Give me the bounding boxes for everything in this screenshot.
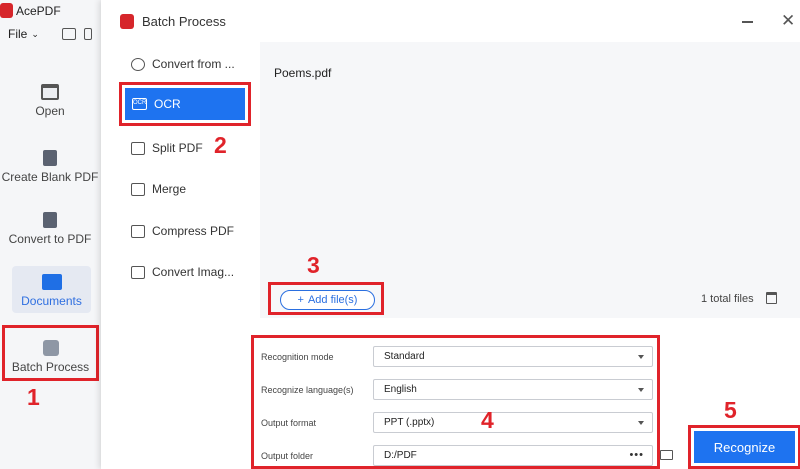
batch-check-icon: [42, 340, 59, 356]
nav-batch-label: Batch Process: [11, 360, 90, 374]
dialog-title: Batch Process: [142, 14, 226, 29]
add-files-label: Add file(s): [307, 294, 358, 306]
nav-convert-to-pdf[interactable]: Convert to PDF: [0, 212, 100, 246]
chevron-down-icon: ⌄: [31, 28, 39, 39]
batch-process-dialog: Batch Process ✕ Convert from ... OCR OCR…: [101, 0, 800, 469]
ocr-highlight-box: OCR OCR: [119, 82, 251, 126]
output-folder-value: D:/PDF: [384, 450, 417, 461]
documents-folder-icon: [41, 274, 62, 290]
recognize-language-label: Recognize language(s): [261, 385, 354, 395]
ocr-icon: OCR: [132, 98, 147, 110]
app-title-text: AcePDF: [16, 4, 61, 18]
output-format-value: PPT (.pptx): [384, 417, 435, 428]
acepdf-logo-icon: [120, 14, 134, 29]
recognition-mode-label: Recognition mode: [261, 352, 334, 362]
convert-document-icon: [43, 212, 57, 228]
tool-ocr-label: OCR: [154, 97, 181, 111]
convert-icon: [131, 57, 145, 71]
file-item[interactable]: Poems.pdf: [274, 66, 331, 80]
recognize-language-value: English: [384, 384, 417, 395]
step-number-5: 5: [724, 397, 737, 423]
minimize-icon[interactable]: [742, 21, 753, 23]
nav-documents[interactable]: Documents: [12, 266, 91, 313]
dropdown-caret-icon: [638, 421, 644, 425]
output-folder-label: Output folder: [261, 451, 314, 461]
folder-open-icon[interactable]: [62, 28, 76, 40]
tool-convert-from-label: Convert from ...: [152, 57, 235, 71]
app-title: AcePDF: [0, 0, 100, 22]
open-folder-icon[interactable]: [660, 450, 673, 460]
split-icon: [131, 141, 145, 155]
compress-icon: [131, 224, 145, 238]
file-menu-label: File: [8, 27, 28, 41]
nav-open[interactable]: Open: [0, 84, 100, 118]
app-sidebar: AcePDF File ⌄ Open Create Blank PDF Conv…: [0, 0, 100, 469]
tool-merge-label: Merge: [152, 182, 187, 196]
new-document-icon: [43, 150, 57, 166]
tool-convert-image[interactable]: Convert Imag...: [131, 260, 251, 284]
folder-icon: [41, 84, 59, 100]
tool-ocr[interactable]: OCR OCR: [125, 88, 245, 120]
image-icon: [131, 265, 145, 279]
output-folder-input[interactable]: D:/PDF •••: [373, 445, 653, 466]
tool-convert-from[interactable]: Convert from ...: [131, 52, 251, 76]
nav-open-label: Open: [35, 104, 65, 118]
tool-convert-image-label: Convert Imag...: [152, 265, 235, 279]
tool-compress-label: Compress PDF: [152, 224, 235, 238]
add-files-highlight-box: + Add file(s): [268, 282, 384, 315]
step-number-1: 1: [27, 384, 40, 410]
nav-convert-label: Convert to PDF: [8, 232, 92, 246]
quick-toolbar: [62, 28, 92, 40]
recognize-highlight-box: Recognize: [688, 425, 800, 469]
nav-create-blank-pdf[interactable]: Create Blank PDF: [0, 150, 100, 184]
dialog-header: Batch Process ✕: [101, 0, 800, 42]
recognize-button[interactable]: Recognize: [694, 431, 795, 463]
output-format-select[interactable]: PPT (.pptx): [373, 412, 653, 433]
file-menu[interactable]: File ⌄: [8, 27, 39, 41]
step-number-3: 3: [307, 252, 320, 278]
tool-merge[interactable]: Merge: [131, 177, 251, 201]
add-files-button[interactable]: + Add file(s): [280, 290, 375, 310]
recognition-mode-value: Standard: [384, 351, 425, 362]
save-icon[interactable]: [84, 28, 92, 40]
tool-compress-pdf[interactable]: Compress PDF: [131, 219, 251, 243]
browse-dots-button[interactable]: •••: [629, 446, 644, 465]
nav-batch-process[interactable]: Batch Process: [2, 325, 99, 381]
output-format-label: Output format: [261, 418, 317, 428]
dropdown-caret-icon: [638, 355, 644, 359]
total-files-count: 1 total files: [701, 293, 754, 305]
recognition-mode-select[interactable]: Standard: [373, 346, 653, 367]
close-icon[interactable]: ✕: [781, 12, 795, 29]
trash-icon[interactable]: [766, 292, 777, 304]
nav-documents-label: Documents: [21, 294, 82, 308]
ocr-options-box: Recognition mode Standard Recognize lang…: [251, 335, 660, 469]
step-number-4: 4: [481, 407, 494, 433]
nav-create-blank-label: Create Blank PDF: [1, 170, 99, 184]
plus-icon: +: [297, 294, 304, 306]
recognize-language-select[interactable]: English: [373, 379, 653, 400]
merge-icon: [131, 182, 145, 196]
file-list-panel: Poems.pdf + Add file(s) 1 total files: [260, 42, 800, 318]
dropdown-caret-icon: [638, 388, 644, 392]
tool-split-pdf[interactable]: Split PDF: [131, 136, 251, 160]
tool-split-label: Split PDF: [152, 141, 203, 155]
